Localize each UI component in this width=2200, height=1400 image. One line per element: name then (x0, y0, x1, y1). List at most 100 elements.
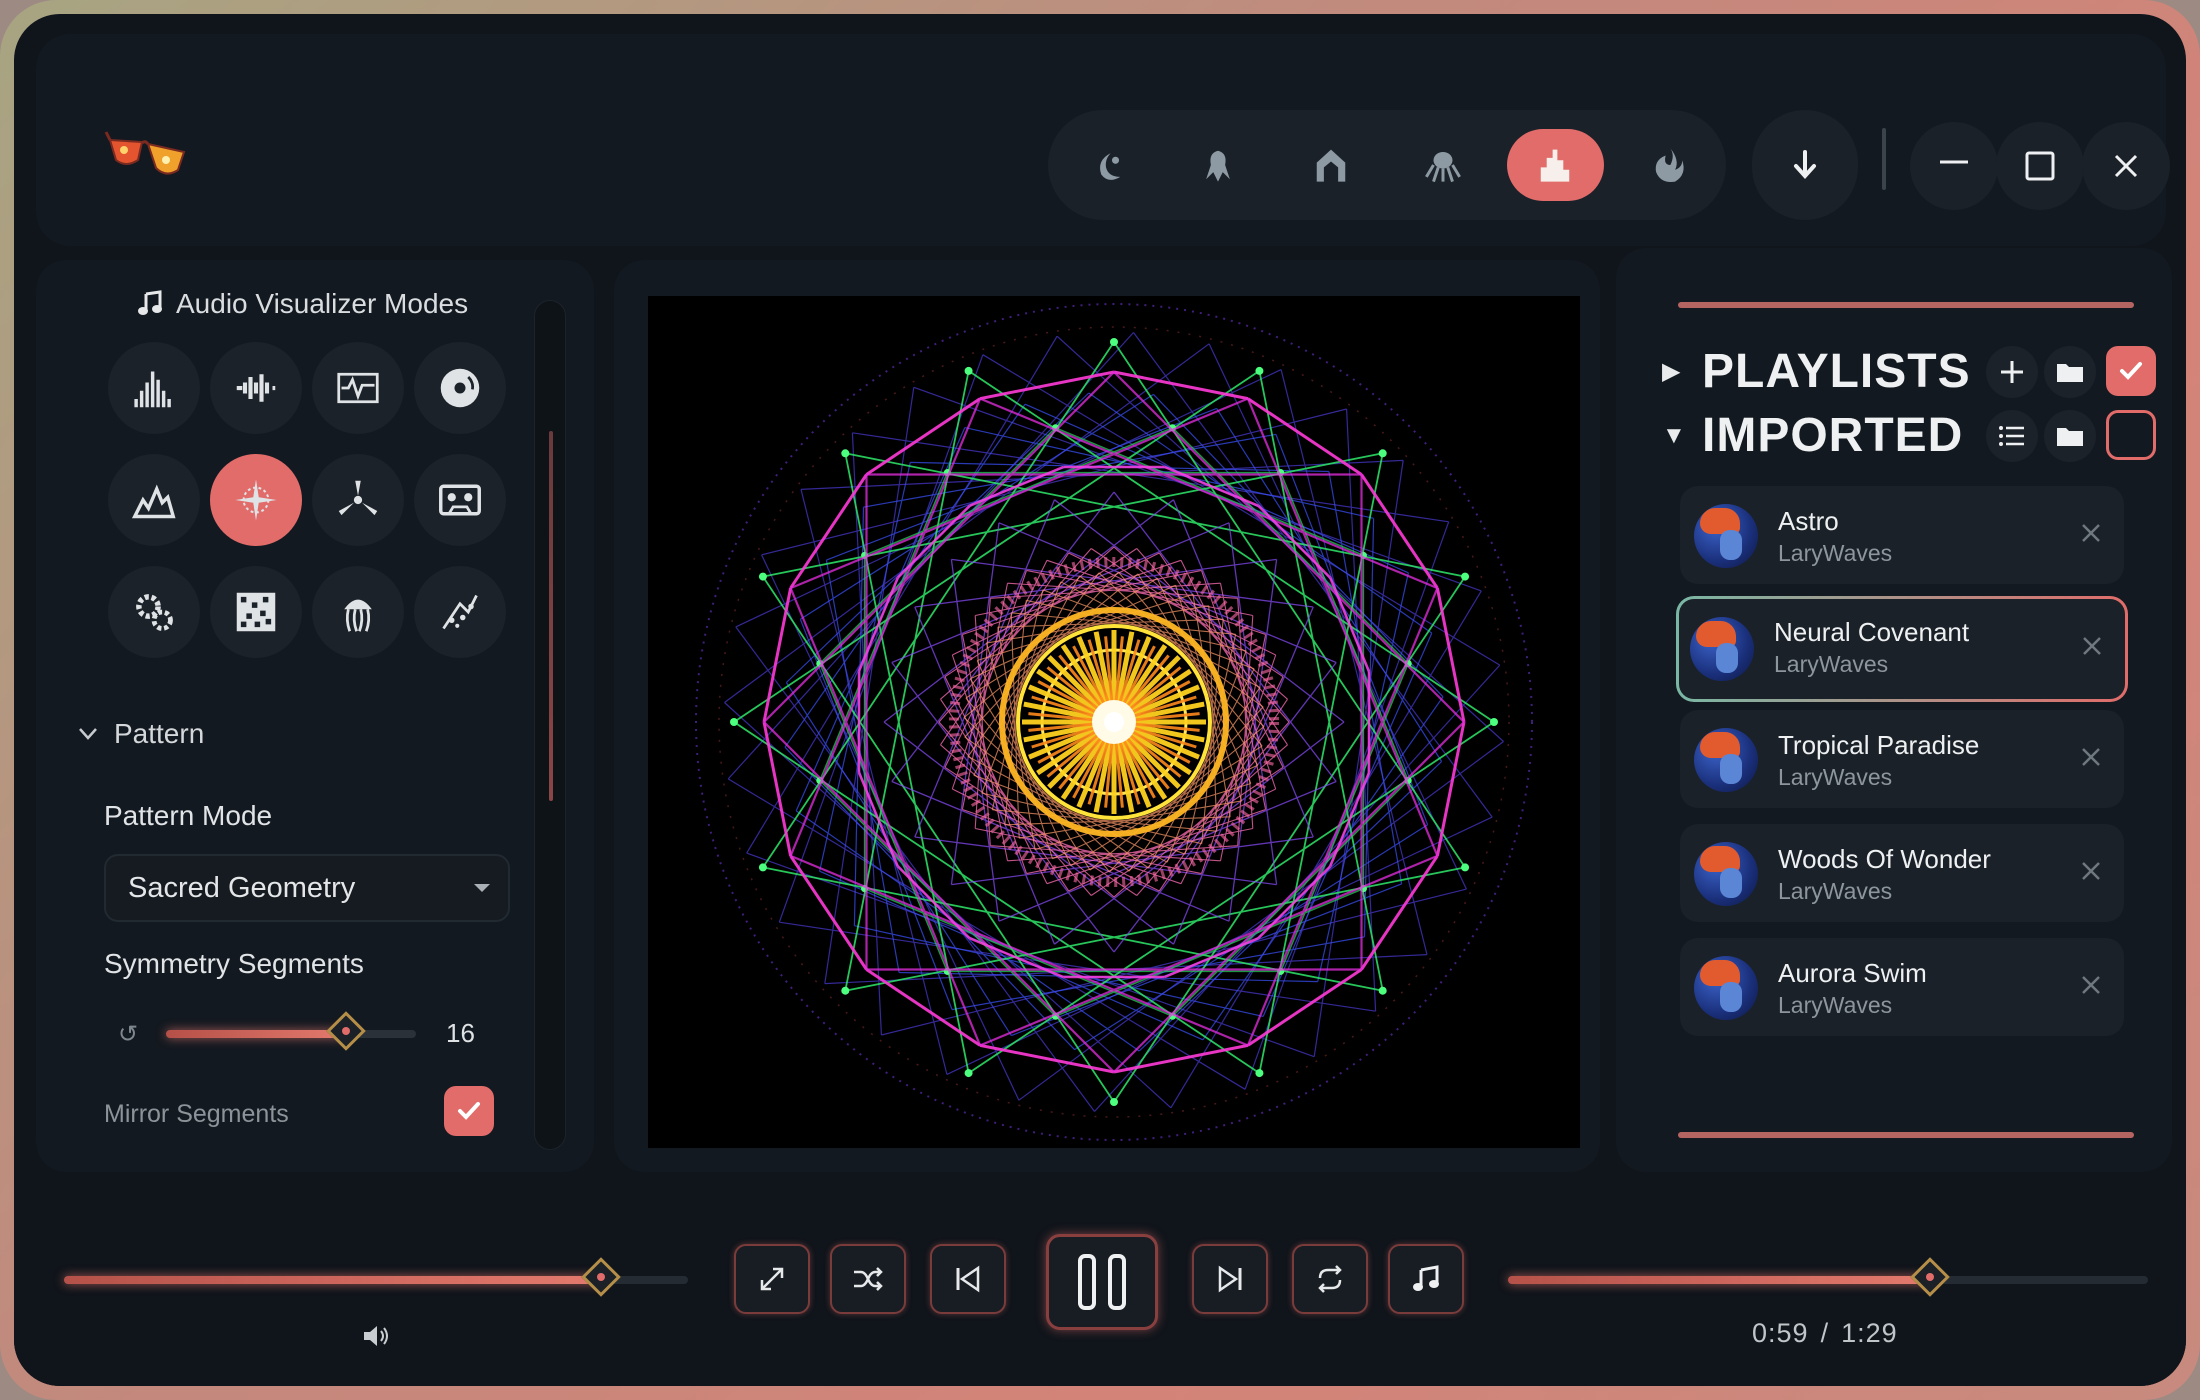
track-title: Tropical Paradise (1778, 730, 1980, 760)
mode-radial-burst-button[interactable] (210, 454, 302, 546)
visualizer-canvas[interactable] (648, 296, 1580, 1148)
modes-heading: Audio Visualizer Modes (136, 288, 468, 320)
viz-green-node (1461, 863, 1470, 872)
minimize-button[interactable] (1910, 122, 1998, 210)
pattern-section-label: Pattern (114, 718, 205, 749)
volume-slider[interactable] (64, 1257, 688, 1297)
remove-track-button[interactable] (2080, 972, 2102, 1003)
mode-particles-button[interactable] (414, 566, 506, 658)
dropdown-caret-icon (474, 884, 490, 892)
playlists-folder-button[interactable] (2044, 346, 2096, 398)
volume-slider-fill (64, 1276, 601, 1284)
imported-folder-button[interactable] (2044, 410, 2096, 462)
viz-green-node (1461, 572, 1470, 581)
remove-track-button[interactable] (2080, 744, 2102, 775)
visualizer-tab-octopus[interactable] (1395, 129, 1491, 201)
visualizer-tab-fire[interactable] (1620, 129, 1716, 201)
close-icon (2083, 637, 2101, 655)
imported-list-button[interactable] (1986, 410, 2038, 462)
imported-group-toggle[interactable]: ▼ IMPORTED (1662, 408, 1963, 463)
track-item[interactable]: Astro LaryWaves (1680, 486, 2124, 584)
track-item[interactable]: Tropical Paradise LaryWaves (1680, 710, 2124, 808)
playlists-checkbox[interactable] (2106, 346, 2156, 396)
mode-noise-grid-button[interactable] (210, 566, 302, 658)
chevron-down-icon (79, 728, 97, 740)
mode-gears-button[interactable] (108, 566, 200, 658)
close-icon (2114, 154, 2138, 178)
pause-button[interactable] (1046, 1234, 1158, 1330)
visualizer-tab-temple[interactable] (1283, 129, 1379, 201)
settings-scrollbar[interactable] (534, 300, 566, 1150)
reset-icon[interactable]: ↺ (118, 1020, 138, 1049)
minimize-icon (1940, 160, 1968, 164)
maximize-icon (2025, 151, 2055, 181)
fullscreen-icon (760, 1267, 784, 1291)
add-playlist-button[interactable] (1986, 346, 2038, 398)
maximize-button[interactable] (1996, 122, 2084, 210)
scrollbar-thumb[interactable] (549, 431, 553, 801)
imported-checkbox[interactable] (2106, 410, 2156, 460)
fullscreen-button[interactable] (734, 1244, 810, 1314)
volume-button[interactable] (362, 1324, 392, 1353)
track-avatar (1694, 504, 1758, 568)
track-list: Astro LaryWaves Neural Covenant LaryWaves Tr… (1679, 486, 2125, 1052)
track-item[interactable]: Aurora Swim LaryWaves (1680, 938, 2124, 1036)
time-display: 0:59 / 1:29 (1752, 1318, 1898, 1349)
folder-icon (2057, 364, 2083, 382)
volume-slider-handle[interactable] (580, 1257, 621, 1297)
repeat-icon (1318, 1265, 1342, 1293)
track-title: Aurora Swim (1778, 958, 1927, 988)
list-icon (1999, 426, 2024, 446)
symmetry-segments-label: Symmetry Segments (104, 948, 364, 979)
mode-vinyl-button[interactable] (414, 342, 506, 434)
repeat-button[interactable] (1292, 1244, 1368, 1314)
previous-button[interactable] (930, 1244, 1006, 1314)
track-artist: LaryWaves (1778, 764, 1893, 790)
mode-bars-spectrum-button[interactable] (108, 342, 200, 434)
shuffle-icon (854, 1267, 883, 1291)
current-time: 0:59 (1752, 1318, 1809, 1348)
mode-mountain-wave-button[interactable] (108, 454, 200, 546)
playlist-top-divider (1678, 302, 2134, 308)
modes-title: Audio Visualizer Modes (176, 288, 469, 319)
next-icon (1218, 1265, 1242, 1293)
symmetry-slider-fill (166, 1030, 346, 1038)
mode-cassette-button[interactable] (414, 454, 506, 546)
visualizer-tab-kraken[interactable] (1170, 129, 1266, 201)
viz-green-node (730, 718, 738, 726)
viz-green-node (1378, 449, 1387, 458)
close-icon (2082, 862, 2100, 880)
imported-title: IMPORTED (1702, 409, 1964, 462)
visualizer-panel (614, 260, 1600, 1172)
symmetry-slider-handle[interactable] (326, 1011, 366, 1051)
waveform-icon (236, 374, 276, 402)
pattern-section-toggle[interactable]: Pattern (78, 718, 204, 750)
remove-track-button[interactable] (2080, 858, 2102, 889)
mode-oscilloscope-button[interactable] (312, 342, 404, 434)
seek-slider[interactable] (1508, 1257, 2148, 1297)
music-library-button[interactable] (1388, 1244, 1464, 1314)
pattern-mode-select[interactable]: Sacred Geometry (104, 854, 510, 922)
remove-track-button[interactable] (2080, 520, 2102, 551)
shuffle-button[interactable] (830, 1244, 906, 1314)
symmetry-slider[interactable] (166, 1011, 416, 1051)
moon-flame-icon (1100, 153, 1121, 180)
playlists-group-toggle[interactable]: ▶ PLAYLISTS (1662, 344, 1971, 399)
seek-slider-handle[interactable] (1910, 1257, 1951, 1297)
track-item[interactable]: Woods Of Wonder LaryWaves (1680, 824, 2124, 922)
viz-green-node (1490, 718, 1498, 726)
mode-jellyfish-button[interactable] (312, 566, 404, 658)
close-button[interactable] (2082, 122, 2170, 210)
next-button[interactable] (1192, 1244, 1268, 1314)
mode-grid (108, 342, 506, 658)
remove-track-button[interactable] (2081, 633, 2103, 664)
mode-waveform-button[interactable] (210, 342, 302, 434)
mirror-segments-checkbox[interactable] (444, 1086, 494, 1136)
playlist-bottom-divider (1678, 1132, 2134, 1138)
visualizer-tab-moon-flame[interactable] (1058, 129, 1154, 201)
download-button[interactable] (1752, 110, 1858, 220)
track-item[interactable]: Neural Covenant LaryWaves (1676, 596, 2128, 702)
mode-propeller-button[interactable] (312, 454, 404, 546)
visualizer-tab-city[interactable] (1507, 129, 1604, 201)
vinyl-icon (440, 368, 480, 408)
